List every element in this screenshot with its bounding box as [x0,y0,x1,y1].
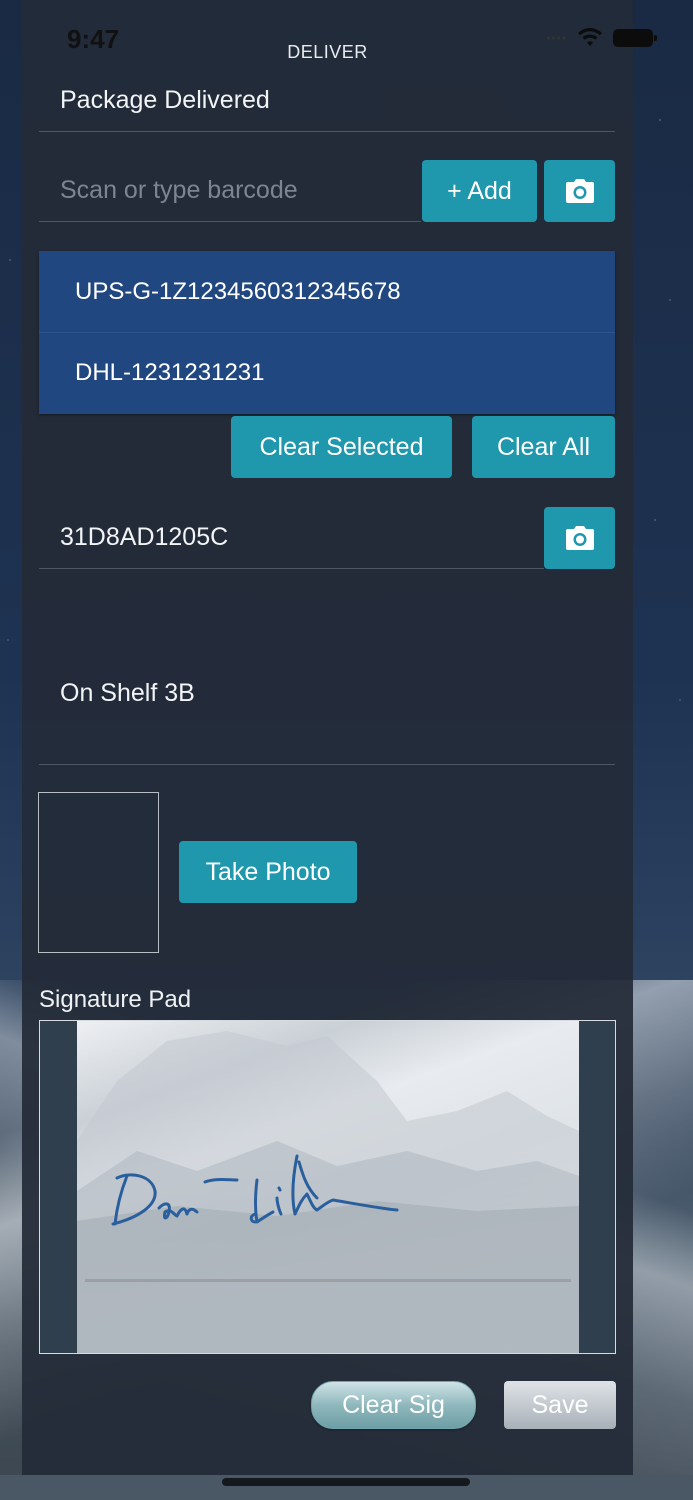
divider [39,568,544,569]
divider [39,131,615,132]
list-item[interactable]: UPS-G-1Z1234560312345678 [39,251,615,332]
save-button[interactable]: Save [504,1381,616,1429]
scan-locker-button[interactable] [544,507,615,569]
add-barcode-button[interactable]: + Add [422,160,537,222]
barcode-input[interactable] [39,160,421,222]
list-item[interactable]: DHL-1231231231 [39,332,615,413]
clear-selected-button[interactable]: Clear Selected [231,416,452,478]
signature-pad-label: Signature Pad [39,986,192,1013]
signature-drawing [111,1154,399,1226]
clear-signature-button[interactable]: Clear Sig [311,1381,476,1429]
signature-pad[interactable] [39,1020,616,1354]
location-field[interactable]: On Shelf 3B [60,679,195,708]
scan-barcode-button[interactable] [544,160,615,222]
delivery-status-select[interactable]: Package Delivered [60,86,270,115]
clear-all-button[interactable]: Clear All [472,416,615,478]
take-photo-button[interactable]: Take Photo [179,841,357,903]
barcode-list: UPS-G-1Z1234560312345678 DHL-1231231231 [39,251,615,414]
camera-icon [565,526,594,550]
divider [39,764,615,765]
signature-canvas[interactable] [77,1021,579,1353]
locker-id-field[interactable]: 31D8AD1205C [60,523,228,552]
page-title: DELIVER [287,42,368,62]
home-indicator[interactable] [222,1478,470,1486]
signature-baseline [85,1279,571,1282]
camera-icon [565,179,594,203]
photo-thumbnail [38,792,159,953]
